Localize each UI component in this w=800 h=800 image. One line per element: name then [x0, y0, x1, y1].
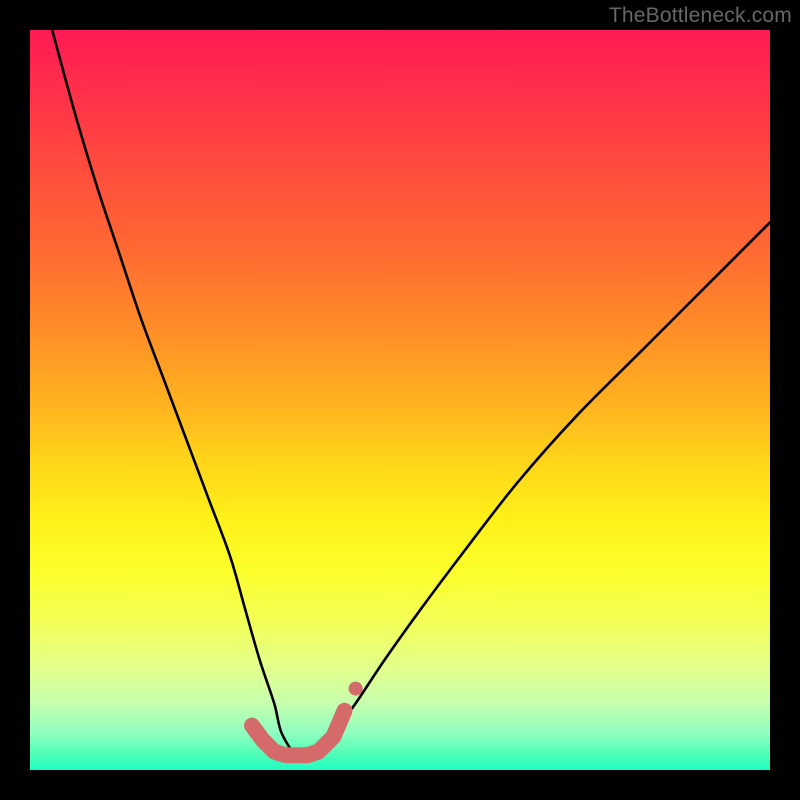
curve-group [52, 30, 770, 758]
flat-region-end-dot [349, 682, 363, 696]
flat-region-highlight [252, 711, 345, 755]
marker-group [252, 682, 363, 756]
plot-area [30, 30, 770, 770]
chart-frame: TheBottleneck.com [0, 0, 800, 800]
curve-layer [30, 30, 770, 770]
watermark-text: TheBottleneck.com [609, 4, 792, 28]
bottleneck-curve-path [52, 30, 770, 758]
